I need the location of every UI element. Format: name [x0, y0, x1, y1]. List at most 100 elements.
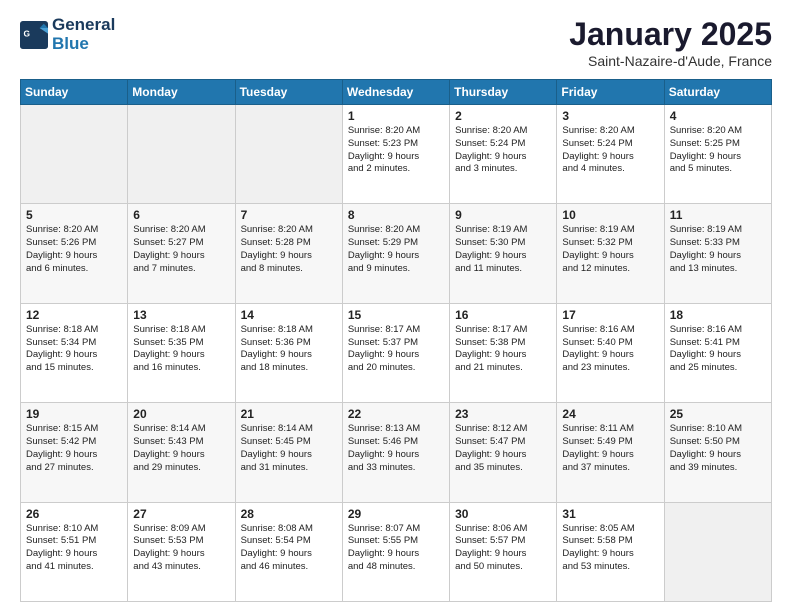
day-number: 16 [455, 308, 551, 322]
day-cell: 24 Sunrise: 8:11 AM Sunset: 5:49 PM Dayli… [557, 403, 664, 502]
day-cell: 18 Sunrise: 8:16 AM Sunset: 5:41 PM Dayli… [664, 303, 771, 402]
day-number: 3 [562, 109, 658, 123]
day-cell: 19 Sunrise: 8:15 AM Sunset: 5:42 PM Dayli… [21, 403, 128, 502]
day-number: 18 [670, 308, 766, 322]
day-cell: 17Sunrise: 8:16 AM Sunset: 5:40 PM Dayli… [557, 303, 664, 402]
day-cell: 15 Sunrise: 8:17 AM Sunset: 5:37 PM Dayli… [342, 303, 449, 402]
day-cell: 22 Sunrise: 8:13 AM Sunset: 5:46 PM Dayli… [342, 403, 449, 502]
day-info: Sunrise: 8:15 AM Sunset: 5:42 PM Dayligh… [26, 423, 122, 474]
day-cell: 8 Sunrise: 8:20 AM Sunset: 5:29 PM Daylig… [342, 204, 449, 303]
day-cell: 13Sunrise: 8:18 AM Sunset: 5:35 PM Dayli… [128, 303, 235, 402]
day-number: 8 [348, 208, 444, 222]
day-number: 25 [670, 407, 766, 421]
day-cell: 16Sunrise: 8:17 AM Sunset: 5:38 PM Dayli… [450, 303, 557, 402]
day-cell: 9 Sunrise: 8:19 AM Sunset: 5:30 PM Daylig… [450, 204, 557, 303]
day-headers-row: SundayMondayTuesdayWednesdayThursdayFrid… [21, 80, 772, 105]
day-info: Sunrise: 8:06 AM Sunset: 5:57 PM Dayligh… [455, 523, 551, 574]
day-info: Sunrise: 8:19 AM Sunset: 5:32 PM Dayligh… [562, 224, 658, 275]
day-number: 5 [26, 208, 122, 222]
day-number: 26 [26, 507, 122, 521]
day-cell: 30 Sunrise: 8:06 AM Sunset: 5:57 PM Dayli… [450, 502, 557, 601]
title-block: January 2025 Saint-Nazaire-d'Aude, Franc… [569, 16, 772, 69]
day-number: 27 [133, 507, 229, 521]
day-info: Sunrise: 8:18 AM Sunset: 5:35 PM Dayligh… [133, 324, 229, 375]
day-cell: 10 Sunrise: 8:19 AM Sunset: 5:32 PM Dayli… [557, 204, 664, 303]
svg-text:G: G [24, 28, 31, 38]
day-number: 31 [562, 507, 658, 521]
day-info: Sunrise: 8:20 AM Sunset: 5:29 PM Dayligh… [348, 224, 444, 275]
day-cell [664, 502, 771, 601]
day-info: Sunrise: 8:11 AM Sunset: 5:49 PM Dayligh… [562, 423, 658, 474]
day-header-thursday: Thursday [450, 80, 557, 105]
calendar-subtitle: Saint-Nazaire-d'Aude, France [569, 53, 772, 69]
day-cell: 28 Sunrise: 8:08 AM Sunset: 5:54 PM Dayli… [235, 502, 342, 601]
day-info: Sunrise: 8:20 AM Sunset: 5:24 PM Dayligh… [455, 125, 551, 176]
day-cell: 20 Sunrise: 8:14 AM Sunset: 5:43 PM Dayli… [128, 403, 235, 502]
day-number: 12 [26, 308, 122, 322]
day-header-saturday: Saturday [664, 80, 771, 105]
day-cell: 25Sunrise: 8:10 AM Sunset: 5:50 PM Dayli… [664, 403, 771, 502]
logo: G General Blue [20, 16, 115, 53]
page: G General Blue January 2025 Saint-Nazair… [0, 0, 792, 612]
calendar-title: January 2025 [569, 16, 772, 53]
day-info: Sunrise: 8:20 AM Sunset: 5:27 PM Dayligh… [133, 224, 229, 275]
day-info: Sunrise: 8:19 AM Sunset: 5:30 PM Dayligh… [455, 224, 551, 275]
day-info: Sunrise: 8:16 AM Sunset: 5:41 PM Dayligh… [670, 324, 766, 375]
day-info: Sunrise: 8:19 AM Sunset: 5:33 PM Dayligh… [670, 224, 766, 275]
day-number: 21 [241, 407, 337, 421]
day-header-tuesday: Tuesday [235, 80, 342, 105]
day-info: Sunrise: 8:13 AM Sunset: 5:46 PM Dayligh… [348, 423, 444, 474]
day-header-sunday: Sunday [21, 80, 128, 105]
day-cell: 6Sunrise: 8:20 AM Sunset: 5:27 PM Daylig… [128, 204, 235, 303]
day-info: Sunrise: 8:08 AM Sunset: 5:54 PM Dayligh… [241, 523, 337, 574]
day-cell [21, 105, 128, 204]
day-info: Sunrise: 8:20 AM Sunset: 5:24 PM Dayligh… [562, 125, 658, 176]
day-header-wednesday: Wednesday [342, 80, 449, 105]
day-info: Sunrise: 8:14 AM Sunset: 5:43 PM Dayligh… [133, 423, 229, 474]
day-cell [128, 105, 235, 204]
day-number: 4 [670, 109, 766, 123]
day-cell: 21 Sunrise: 8:14 AM Sunset: 5:45 PM Dayli… [235, 403, 342, 502]
day-cell: 4 Sunrise: 8:20 AM Sunset: 5:25 PM Daylig… [664, 105, 771, 204]
day-number: 22 [348, 407, 444, 421]
day-info: Sunrise: 8:18 AM Sunset: 5:34 PM Dayligh… [26, 324, 122, 375]
day-info: Sunrise: 8:20 AM Sunset: 5:25 PM Dayligh… [670, 125, 766, 176]
day-info: Sunrise: 8:16 AM Sunset: 5:40 PM Dayligh… [562, 324, 658, 375]
day-cell: 23 Sunrise: 8:12 AM Sunset: 5:47 PM Dayli… [450, 403, 557, 502]
day-cell: 5 Sunrise: 8:20 AM Sunset: 5:26 PM Daylig… [21, 204, 128, 303]
week-row-5: 26Sunrise: 8:10 AM Sunset: 5:51 PM Dayli… [21, 502, 772, 601]
day-number: 10 [562, 208, 658, 222]
day-info: Sunrise: 8:12 AM Sunset: 5:47 PM Dayligh… [455, 423, 551, 474]
day-info: Sunrise: 8:09 AM Sunset: 5:53 PM Dayligh… [133, 523, 229, 574]
day-info: Sunrise: 8:20 AM Sunset: 5:26 PM Dayligh… [26, 224, 122, 275]
day-number: 23 [455, 407, 551, 421]
day-cell: 1Sunrise: 8:20 AM Sunset: 5:23 PM Daylig… [342, 105, 449, 204]
day-info: Sunrise: 8:14 AM Sunset: 5:45 PM Dayligh… [241, 423, 337, 474]
day-number: 29 [348, 507, 444, 521]
week-row-1: 1Sunrise: 8:20 AM Sunset: 5:23 PM Daylig… [21, 105, 772, 204]
logo-text-blue: Blue [52, 35, 115, 54]
day-number: 20 [133, 407, 229, 421]
day-cell: 29 Sunrise: 8:07 AM Sunset: 5:55 PM Dayli… [342, 502, 449, 601]
day-cell: 26Sunrise: 8:10 AM Sunset: 5:51 PM Dayli… [21, 502, 128, 601]
day-cell: 14Sunrise: 8:18 AM Sunset: 5:36 PM Dayli… [235, 303, 342, 402]
day-number: 30 [455, 507, 551, 521]
day-number: 15 [348, 308, 444, 322]
week-row-4: 19 Sunrise: 8:15 AM Sunset: 5:42 PM Dayli… [21, 403, 772, 502]
week-row-2: 5 Sunrise: 8:20 AM Sunset: 5:26 PM Daylig… [21, 204, 772, 303]
day-number: 19 [26, 407, 122, 421]
day-number: 28 [241, 507, 337, 521]
header: G General Blue January 2025 Saint-Nazair… [20, 16, 772, 69]
day-info: Sunrise: 8:20 AM Sunset: 5:23 PM Dayligh… [348, 125, 444, 176]
day-cell: 11Sunrise: 8:19 AM Sunset: 5:33 PM Dayli… [664, 204, 771, 303]
day-cell: 27 Sunrise: 8:09 AM Sunset: 5:53 PM Dayli… [128, 502, 235, 601]
day-info: Sunrise: 8:07 AM Sunset: 5:55 PM Dayligh… [348, 523, 444, 574]
day-info: Sunrise: 8:17 AM Sunset: 5:37 PM Dayligh… [348, 324, 444, 375]
day-info: Sunrise: 8:20 AM Sunset: 5:28 PM Dayligh… [241, 224, 337, 275]
day-cell [235, 105, 342, 204]
day-info: Sunrise: 8:05 AM Sunset: 5:58 PM Dayligh… [562, 523, 658, 574]
day-number: 9 [455, 208, 551, 222]
day-number: 14 [241, 308, 337, 322]
day-number: 24 [562, 407, 658, 421]
logo-icon: G [20, 21, 48, 49]
